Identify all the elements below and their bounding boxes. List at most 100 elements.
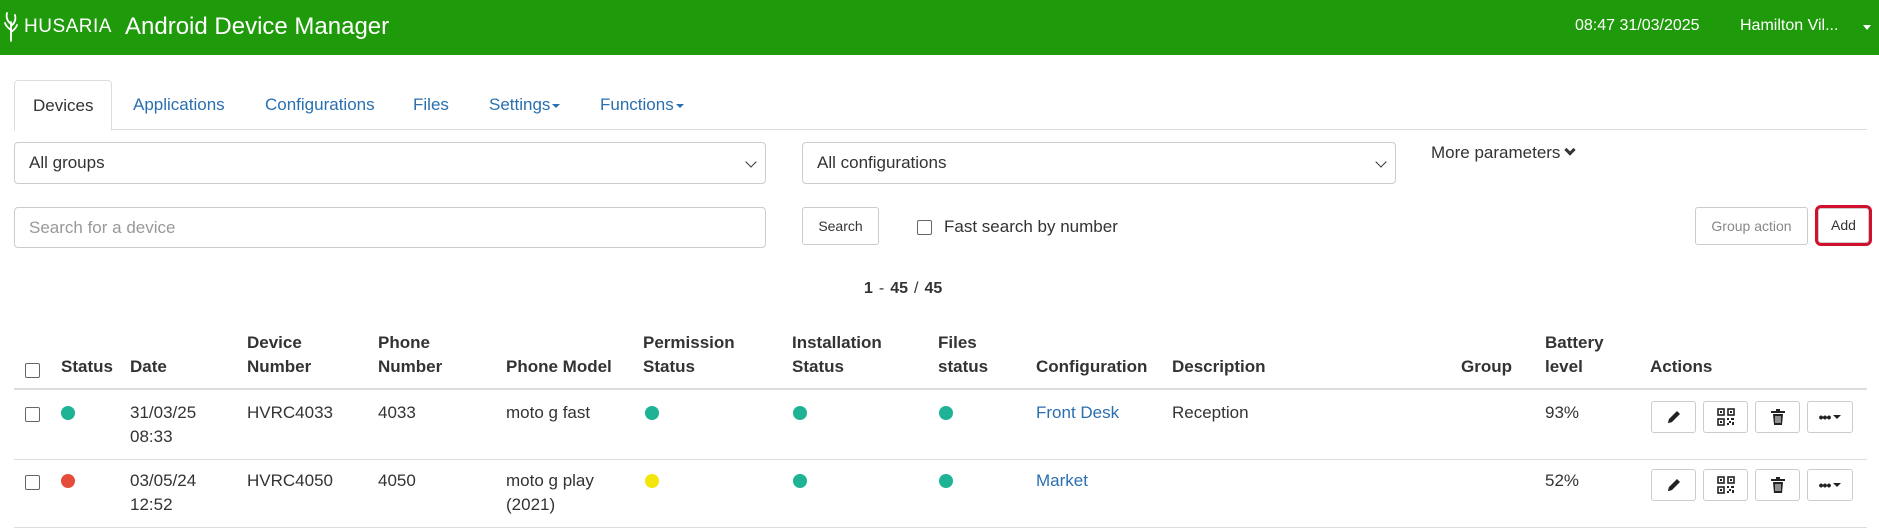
header-line: Status bbox=[792, 357, 844, 376]
status-offline-indicator bbox=[61, 474, 75, 488]
caret-down-icon bbox=[675, 103, 684, 108]
qr-code-button[interactable] bbox=[1703, 401, 1748, 433]
edit-icon bbox=[1667, 411, 1680, 423]
header-line: Files bbox=[938, 333, 977, 352]
select-all-checkbox[interactable] bbox=[25, 363, 40, 378]
header-line: status bbox=[938, 357, 989, 376]
delete-button[interactable] bbox=[1755, 401, 1800, 433]
tab-settings[interactable]: Settings bbox=[471, 80, 578, 130]
search-button[interactable]: Search bbox=[802, 207, 879, 245]
more-parameters-label: More parameters bbox=[1431, 143, 1561, 162]
caret-down-icon bbox=[552, 103, 561, 108]
col-description[interactable]: Description bbox=[1172, 355, 1266, 379]
col-configuration[interactable]: Configuration bbox=[1036, 355, 1147, 379]
tab-functions[interactable]: Functions bbox=[582, 80, 702, 130]
more-actions-button[interactable]: ••• bbox=[1807, 469, 1853, 501]
user-caret-icon[interactable] bbox=[1863, 25, 1871, 30]
caret-down-icon bbox=[1833, 483, 1842, 487]
header-divider bbox=[14, 388, 1867, 390]
group-select[interactable]: All groups bbox=[14, 142, 766, 184]
more-parameters-toggle[interactable]: More parameters bbox=[1431, 143, 1577, 163]
col-phone-model[interactable]: Phone Model bbox=[506, 355, 612, 379]
model-line: moto g play bbox=[506, 471, 594, 490]
header-line: level bbox=[1545, 357, 1583, 376]
row-device-number: HVRC4033 bbox=[247, 403, 333, 422]
row-battery-level: 52% bbox=[1545, 471, 1580, 490]
brand-logo[interactable]: HUSARIA bbox=[4, 12, 112, 42]
row-phone-number: 4033 bbox=[378, 403, 416, 422]
row-battery-level: 93% bbox=[1545, 403, 1580, 422]
delete-button[interactable] bbox=[1755, 469, 1800, 501]
col-phone-number[interactable]: Phone Number bbox=[378, 331, 442, 379]
configuration-select[interactable]: All configurations bbox=[802, 142, 1396, 184]
col-actions: Actions bbox=[1650, 357, 1713, 376]
tab-label: Functions bbox=[600, 95, 674, 114]
date-line: 31/03/25 bbox=[130, 403, 197, 422]
row-device-number: HVRC4050 bbox=[247, 471, 333, 490]
trash-icon bbox=[1770, 409, 1785, 425]
chevron-down-icon bbox=[1375, 156, 1387, 168]
group-select-value: All groups bbox=[29, 153, 105, 172]
time-line: 12:52 bbox=[130, 495, 173, 514]
col-device-number[interactable]: Device Number bbox=[247, 331, 311, 379]
date-line: 03/05/24 bbox=[130, 471, 197, 490]
chevron-down-icon bbox=[1564, 144, 1577, 156]
qr-code-icon bbox=[1716, 476, 1735, 494]
configuration-select-value: All configurations bbox=[817, 153, 947, 172]
add-device-button[interactable]: Add bbox=[1815, 205, 1872, 246]
status-online-indicator bbox=[61, 406, 75, 420]
fast-search-checkbox[interactable] bbox=[917, 220, 932, 235]
header-line: Permission bbox=[643, 333, 735, 352]
edit-icon bbox=[1667, 479, 1680, 491]
tab-files[interactable]: Files bbox=[395, 80, 467, 130]
group-action-button[interactable]: Group action bbox=[1695, 207, 1808, 245]
chevron-down-icon bbox=[745, 156, 757, 168]
row-checkbox[interactable] bbox=[25, 475, 40, 490]
tab-devices[interactable]: Devices bbox=[14, 80, 113, 131]
edit-button[interactable] bbox=[1651, 401, 1696, 433]
edit-button[interactable] bbox=[1651, 469, 1696, 501]
tab-label: Configurations bbox=[265, 95, 375, 114]
page-total-separator: / bbox=[914, 280, 919, 297]
row-configuration-link[interactable]: Market bbox=[1036, 469, 1088, 493]
qr-code-button[interactable] bbox=[1703, 469, 1748, 501]
col-date[interactable]: Date bbox=[130, 355, 167, 379]
col-installation-status[interactable]: Installation Status bbox=[792, 331, 882, 379]
user-menu[interactable]: Hamilton Vil... bbox=[1740, 17, 1862, 35]
row-checkbox[interactable] bbox=[25, 407, 40, 422]
more-icon: ••• bbox=[1818, 477, 1832, 493]
tab-applications[interactable]: Applications bbox=[115, 80, 243, 130]
more-actions-button[interactable]: ••• bbox=[1807, 401, 1853, 433]
col-status[interactable]: Status bbox=[61, 355, 113, 379]
col-group[interactable]: Group bbox=[1461, 355, 1512, 379]
row-date: 03/05/24 12:52 bbox=[130, 469, 196, 517]
row-description: Reception bbox=[1172, 403, 1249, 422]
app-title: Android Device Manager bbox=[125, 13, 390, 40]
row-phone-model: moto g fast bbox=[506, 401, 590, 425]
header-line: Battery bbox=[1545, 333, 1604, 352]
installation-status-indicator bbox=[793, 474, 807, 488]
fast-search-label: Fast search by number bbox=[944, 217, 1118, 236]
header-line: Installation bbox=[792, 333, 882, 352]
tab-configurations[interactable]: Configurations bbox=[247, 80, 393, 130]
col-battery-level[interactable]: Battery level bbox=[1545, 331, 1604, 379]
row-phone-number: 4050 bbox=[378, 471, 416, 490]
top-navbar: HUSARIA Android Device Manager 08:47 31/… bbox=[0, 0, 1879, 55]
qr-code-icon bbox=[1716, 408, 1735, 426]
row-date: 31/03/25 08:33 bbox=[130, 401, 196, 449]
page-total: 45 bbox=[924, 280, 943, 297]
row-configuration-link[interactable]: Front Desk bbox=[1036, 401, 1119, 425]
header-line: Number bbox=[247, 357, 312, 376]
col-permission-status[interactable]: Permission Status bbox=[643, 331, 735, 379]
files-status-indicator bbox=[939, 474, 953, 488]
page-range-separator: - bbox=[878, 280, 885, 297]
header-line: Phone bbox=[378, 333, 430, 352]
tab-label: Files bbox=[413, 95, 449, 114]
device-search-input[interactable] bbox=[14, 207, 766, 248]
col-files-status[interactable]: Files status bbox=[938, 331, 988, 379]
page-from: 1 bbox=[864, 280, 873, 297]
logo-text: HUSARIA bbox=[24, 16, 112, 37]
more-icon: ••• bbox=[1818, 409, 1832, 425]
header-line: Status bbox=[643, 357, 695, 376]
trash-icon bbox=[1770, 477, 1785, 493]
